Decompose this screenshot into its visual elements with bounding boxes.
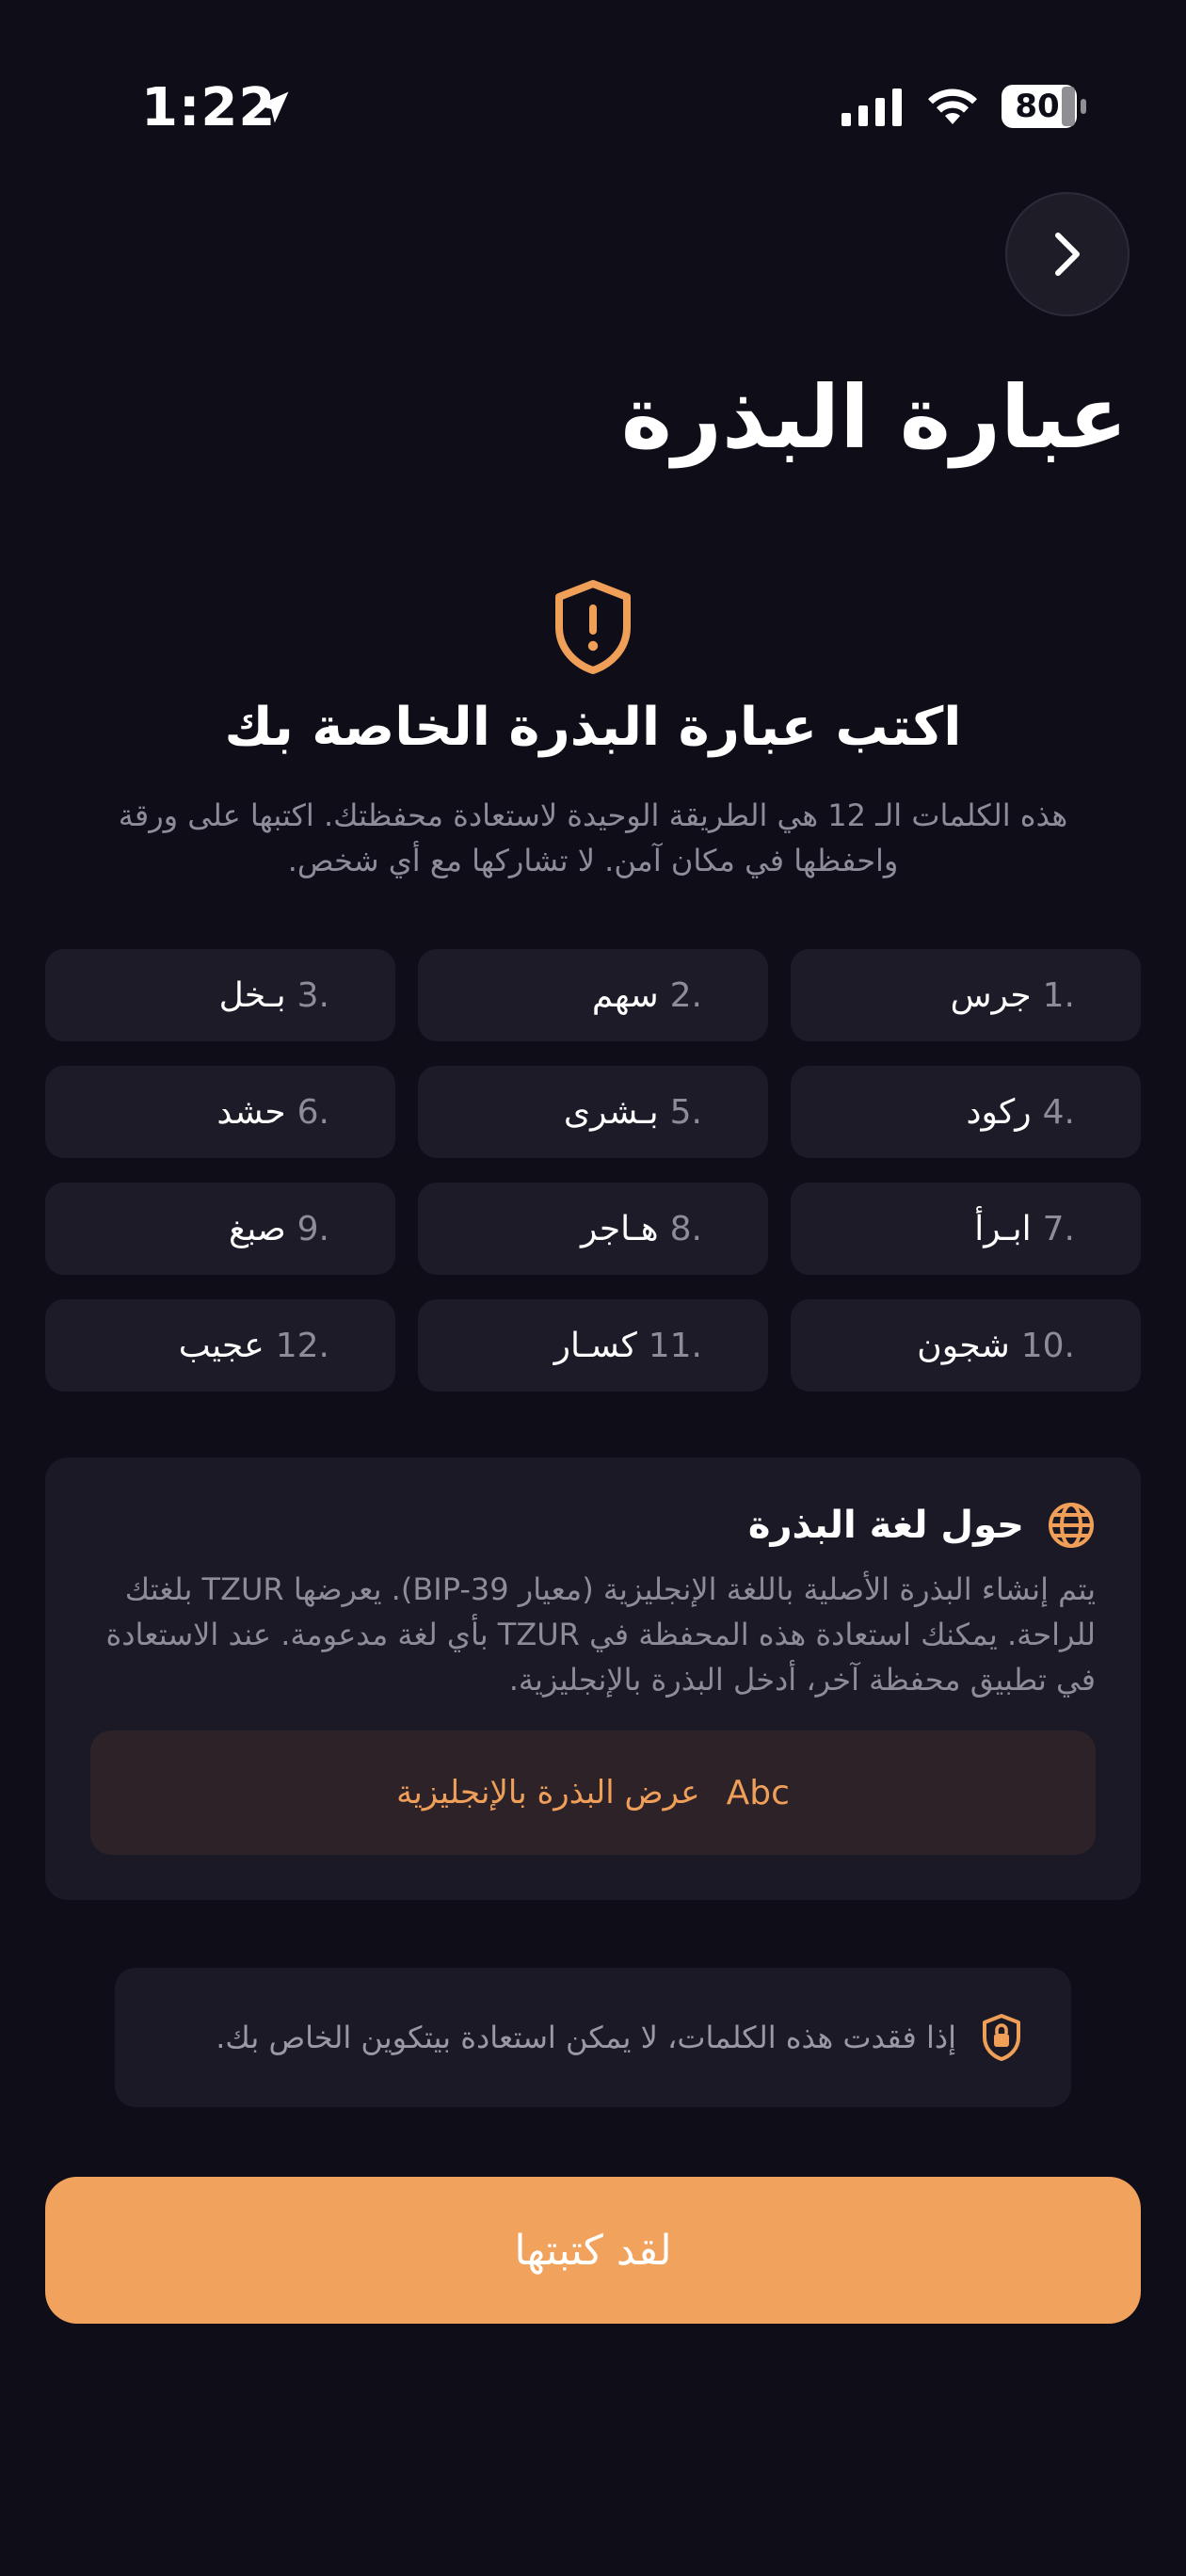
- page-title: عبارة البذرة: [620, 367, 1128, 468]
- seed-word: هـاجر: [581, 1209, 659, 1248]
- seed-word-cell: 9. صبغ: [45, 1183, 395, 1275]
- seed-word-number: 1.: [1042, 975, 1075, 1015]
- seed-word-cell: 2. سهم: [418, 949, 768, 1041]
- chevron-right-icon: [1055, 233, 1080, 276]
- seed-word: شجون: [917, 1326, 1010, 1365]
- seed-word-number: 6.: [296, 1092, 329, 1132]
- seed-word: ابـرأ: [974, 1209, 1032, 1248]
- seed-word-number: 9.: [296, 1209, 329, 1248]
- seed-word: ركود: [966, 1092, 1032, 1132]
- seed-word: عجيب: [178, 1326, 264, 1365]
- seed-word-cell: 11. كسـار: [418, 1299, 768, 1392]
- seed-word-number: 10.: [1020, 1326, 1075, 1365]
- shield-alert-icon: [555, 580, 631, 674]
- seed-word-number: 12.: [275, 1326, 329, 1365]
- seed-word-number: 2.: [669, 975, 702, 1015]
- seed-word-cell: 8. هـاجر: [418, 1183, 768, 1275]
- seed-word-cell: 10. شجون: [791, 1299, 1141, 1392]
- seed-word-number: 5.: [669, 1092, 702, 1132]
- battery-icon: 80: [1000, 83, 1090, 130]
- abc-icon: Abc: [726, 1773, 790, 1812]
- show-english-seed-label: عرض البذرة بالإنجليزية: [396, 1774, 700, 1811]
- seed-word-grid: 1. جرس 2. سهم 3. بـخل 4. ركود 5. بـشرى 6. حشد …: [45, 949, 1141, 1392]
- seed-language-title: حول لغة البذرة: [747, 1504, 1024, 1547]
- location-arrow-icon: [257, 91, 289, 123]
- globe-icon: [1049, 1503, 1094, 1548]
- seed-word-cell: 4. ركود: [791, 1066, 1141, 1158]
- next-button[interactable]: [1005, 192, 1130, 316]
- seed-word: كسـار: [553, 1326, 637, 1365]
- seed-word: جرس: [950, 975, 1032, 1015]
- lock-shield-icon: [983, 2014, 1020, 2061]
- seed-word-cell: 12. عجيب: [45, 1299, 395, 1392]
- seed-word-number: 11.: [648, 1326, 702, 1365]
- confirm-written-button[interactable]: لقد كتبتها: [45, 2177, 1141, 2324]
- seed-word-number: 7.: [1042, 1209, 1075, 1248]
- instruction-text: هذه الكلمات الـ 12 هي الطريقة الوحيدة لا…: [118, 797, 1068, 878]
- battery-level: 80: [1015, 88, 1060, 125]
- loss-warning-text: إذا فقدت هذه الكلمات، لا يمكن استعادة بي…: [216, 2020, 956, 2055]
- seed-word-cell: 5. بـشرى: [418, 1066, 768, 1158]
- seed-word-number: 4.: [1042, 1092, 1075, 1132]
- show-english-seed-button[interactable]: عرض البذرة بالإنجليزية Abc: [90, 1731, 1096, 1855]
- instruction-heading: اكتب عبارة البذرة الخاصة بك: [224, 697, 962, 758]
- seed-word-cell: 1. جرس: [791, 949, 1141, 1041]
- wifi-icon: [928, 89, 977, 124]
- seed-word: بـشرى: [563, 1092, 659, 1132]
- seed-word: صبغ: [229, 1209, 286, 1248]
- seed-word: بـخل: [218, 975, 286, 1015]
- seed-language-header: حول لغة البذرة: [748, 1501, 1096, 1550]
- seed-word-cell: 6. حشد: [45, 1066, 395, 1158]
- seed-word: حشد: [216, 1092, 286, 1132]
- seed-language-description: يتم إنشاء البذرة الأصلية باللغة الإنجليز…: [105, 1571, 1096, 1698]
- seed-word-cell: 7. ابـرأ: [791, 1183, 1141, 1275]
- seed-word: سهم: [591, 975, 659, 1015]
- seed-word-number: 3.: [296, 975, 329, 1015]
- seed-word-number: 8.: [669, 1209, 702, 1248]
- seed-word-cell: 3. بـخل: [45, 949, 395, 1041]
- loss-warning-card: إذا فقدت هذه الكلمات، لا يمكن استعادة بي…: [115, 1968, 1071, 2107]
- signal-icon: [841, 89, 902, 126]
